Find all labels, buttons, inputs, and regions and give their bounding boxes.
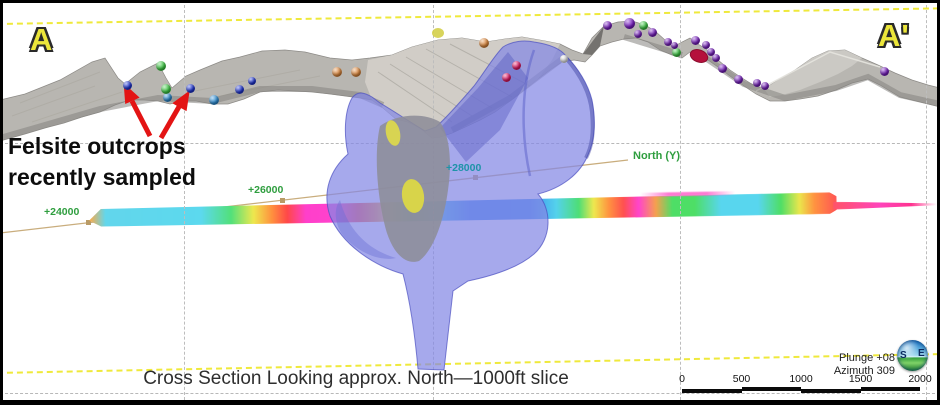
compass-east-label: E [918,348,925,359]
ore-marker [688,47,709,64]
plunge-readout: Plunge +08 [780,352,895,365]
compass-south-label: S [900,350,907,361]
cross-section-figure: A A' Felsite outcrops recently sampled +… [0,0,940,405]
scale-bar-label: 2000 [908,373,931,385]
felsite-annotation-line1: Felsite outcrops [8,131,196,162]
intrusion-body [327,41,594,370]
scale-bar-segment [742,387,802,391]
axis-tick-label: +26000 [248,184,283,196]
scale-bar-label: 1000 [789,373,812,385]
section-label-a: A [30,22,53,58]
scale-bar-segment [801,389,861,393]
north-axis-label: North (Y) [633,150,680,162]
scale-bar-segment [861,387,921,391]
axis-tick-label: +28000 [446,162,481,174]
felsite-annotation-line2: recently sampled [8,162,196,193]
section-label-a-prime: A' [878,18,910,54]
scale-bar-label: 0 [679,373,685,385]
felsite-annotation: Felsite outcrops recently sampled [8,131,196,193]
scale-bar-label: 1500 [849,373,872,385]
compass-globe-icon: S E [897,340,928,371]
axis-tick-label: +24000 [44,206,79,218]
scale-bar-label: 500 [733,373,751,385]
figure-caption: Cross Section Looking approx. North—1000… [140,368,572,390]
model-layer [0,0,940,405]
scale-bar-segment [682,389,742,393]
